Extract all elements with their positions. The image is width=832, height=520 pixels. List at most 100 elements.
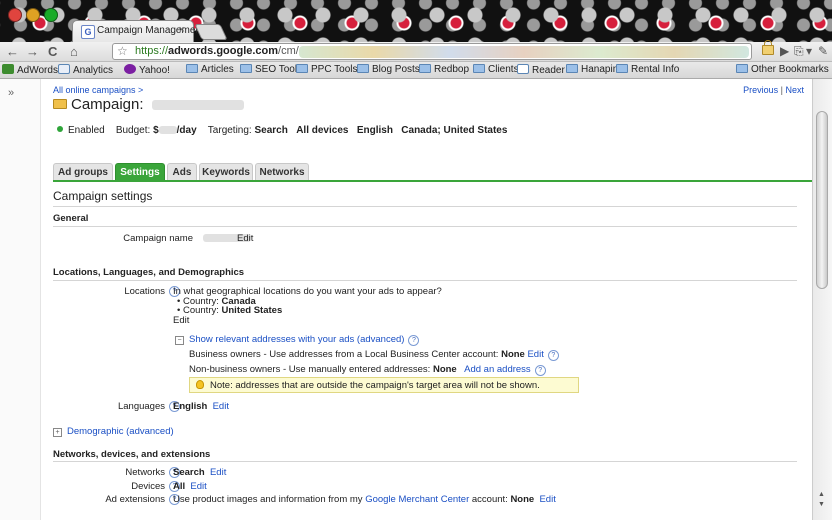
divider [53, 461, 797, 462]
edit-devices-link[interactable]: Edit [190, 481, 206, 492]
bookmark-adwords[interactable]: AdWords [2, 64, 58, 76]
status-badge: Enabled [68, 125, 105, 136]
bookmark-ppc-tools[interactable]: PPC Tools [296, 64, 358, 75]
divider [53, 206, 797, 207]
minimize-window-button[interactable] [26, 8, 40, 22]
folder-icon [240, 64, 252, 73]
bookmark-other[interactable]: Other Bookmarks [736, 64, 829, 75]
general-heading: General [53, 213, 89, 224]
show-addresses-toggle[interactable]: − Show relevant addresses with your ads (… [175, 334, 420, 346]
devices-label: Devices [131, 481, 165, 492]
nav-separator: | [780, 85, 783, 95]
folder-icon [616, 64, 628, 73]
tab-close-icon[interactable]: × [179, 24, 185, 36]
home-icon[interactable]: ⌂ [70, 43, 78, 60]
page-menu-chevron-icon[interactable]: ▾ [806, 43, 812, 60]
add-address-help-icon[interactable]: ? [534, 365, 546, 376]
business-help-icon[interactable]: ? [547, 350, 559, 361]
bookmark-yahoo[interactable]: Yahoo! [124, 64, 170, 76]
folder-icon [566, 64, 578, 73]
tab-ad-groups[interactable]: Ad groups [53, 163, 113, 181]
campaign-folder-icon [53, 99, 67, 109]
merchant-center-link[interactable]: Google Merchant Center [365, 494, 469, 505]
prev-next-nav: Previous | Next [743, 85, 804, 95]
ad-extensions-label: Ad extensions [105, 494, 165, 505]
addresses-help-icon[interactable]: ? [408, 335, 420, 346]
edit-campaign-name-link[interactable]: Edit [237, 233, 253, 244]
next-link[interactable]: Next [785, 85, 804, 95]
ad-extensions-value: Use product images and information from … [173, 494, 556, 505]
bookmark-hanapin[interactable]: Hanapin [566, 64, 618, 75]
close-window-button[interactable] [8, 8, 22, 22]
forward-arrow-icon[interactable]: → [26, 43, 39, 60]
folder-icon [296, 64, 308, 73]
scroll-up-arrow-icon[interactable]: ▲ [818, 491, 825, 498]
previous-link[interactable]: Previous [743, 85, 778, 95]
note-text: Note: addresses that are outside the cam… [210, 380, 540, 391]
demographic-toggle[interactable]: + Demographic (advanced) [53, 426, 174, 437]
country-item: • Country: United States [177, 305, 283, 316]
url-redacted-overlay [299, 46, 749, 58]
vertical-scrollbar[interactable]: ▲ ▼ [812, 79, 832, 520]
section-title: Campaign settings [53, 189, 153, 203]
scroll-down-arrow-icon[interactable]: ▼ [818, 501, 825, 508]
divider [53, 280, 797, 281]
enabled-status-icon [57, 126, 63, 132]
breadcrumb[interactable]: All online campaigns > [53, 85, 143, 95]
bookmark-analytics[interactable]: Analytics [58, 64, 113, 76]
note-banner: Note: addresses that are outside the cam… [189, 377, 579, 393]
new-tab-button[interactable] [194, 24, 228, 40]
bookmark-reader[interactable]: Reader [517, 64, 565, 76]
bookmark-clients[interactable]: Clients [473, 64, 519, 75]
folder-icon [419, 64, 431, 73]
expand-panel-icon[interactable]: » [8, 87, 14, 99]
expand-icon: + [53, 428, 62, 437]
redacted-budget [158, 126, 177, 135]
edit-languages-link[interactable]: Edit [213, 401, 229, 412]
devices-value: All Edit [173, 481, 207, 492]
add-address-link[interactable]: Add an address [464, 364, 531, 375]
tab-networks[interactable]: Networks [255, 163, 309, 181]
nonbusiness-owners-row: Non-business owners - Use manually enter… [189, 364, 546, 376]
page-action-icon[interactable]: ▶ [780, 43, 789, 60]
edit-ad-extensions-link[interactable]: Edit [539, 494, 555, 505]
campaign-content: All online campaigns > Previous | Next C… [41, 79, 812, 520]
languages-value: English Edit [173, 401, 229, 412]
locations-label: Locations [124, 286, 165, 297]
url-text: https://adwords.google.com/cm/ [135, 45, 299, 57]
locations-heading: Locations, Languages, and Demographics [53, 267, 245, 278]
folder-icon [736, 64, 748, 73]
lightbulb-icon [196, 380, 204, 389]
campaign-name-label: Campaign name [123, 233, 193, 244]
edit-locations-link[interactable]: Edit [173, 315, 189, 326]
address-bar[interactable]: ☆ https://adwords.google.com/cm/ [112, 43, 752, 60]
bookmark-rental-info[interactable]: Rental Info [616, 64, 679, 75]
scroll-thumb[interactable] [816, 111, 828, 289]
bookmark-articles[interactable]: Articles [186, 64, 234, 75]
adwords-icon [2, 64, 14, 74]
tab-settings[interactable]: Settings [115, 163, 165, 181]
page-viewport: » All online campaigns > Previous | Next… [0, 79, 832, 520]
page-menu-icon[interactable]: ⎘ [794, 43, 804, 60]
bookmark-redbop[interactable]: Redbop [419, 64, 469, 75]
back-arrow-icon[interactable]: ← [6, 43, 19, 60]
browser-tab[interactable]: G Campaign Management × [72, 20, 204, 42]
bookmark-star-icon[interactable]: ☆ [117, 44, 128, 59]
zoom-window-button[interactable] [44, 8, 58, 22]
folder-icon [473, 64, 485, 73]
bookmark-blog-posts[interactable]: Blog Posts [357, 64, 420, 75]
reload-icon[interactable]: C [48, 43, 57, 60]
tab-ads[interactable]: Ads [167, 163, 197, 181]
networks-label: Networks [125, 467, 165, 478]
lock-icon [762, 40, 774, 55]
edit-business-address-link[interactable]: Edit [527, 349, 543, 360]
analytics-icon [58, 64, 70, 74]
edit-networks-link[interactable]: Edit [210, 467, 226, 478]
tab-title: Campaign Management [97, 25, 204, 36]
yahoo-icon [124, 64, 136, 74]
bookmark-seo-tools[interactable]: SEO Tools [240, 64, 302, 75]
wrench-icon[interactable]: ✎ [818, 43, 828, 60]
page-title: Campaign: [53, 96, 244, 113]
tab-keywords[interactable]: Keywords [199, 163, 253, 181]
google-favicon-icon: G [81, 25, 95, 39]
